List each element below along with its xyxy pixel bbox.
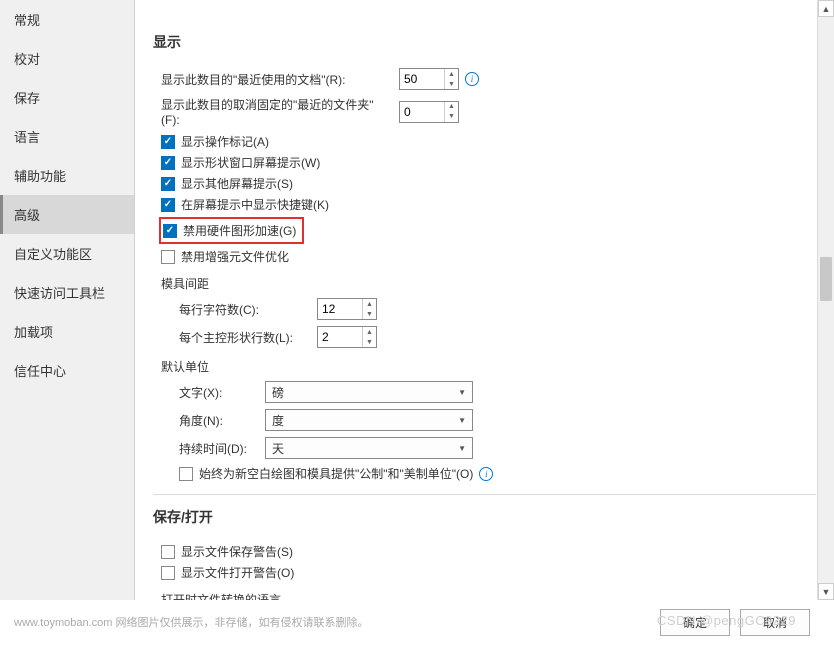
cancel-button[interactable]: 取消 xyxy=(740,609,810,636)
footnote: www.toymoban.com 网络图片仅供展示，非存储，如有侵权请联系删除。 xyxy=(14,614,368,630)
checkbox-label: 显示操作标记(A) xyxy=(181,133,269,150)
duration-unit-label: 持续时间(D): xyxy=(179,440,265,457)
section-display-title: 显示 xyxy=(153,32,816,52)
checkbox-icon xyxy=(161,135,175,149)
ok-button[interactable]: 确定 xyxy=(660,609,730,636)
duration-unit-select[interactable]: 天 ▼ xyxy=(265,437,473,459)
default-units-title: 默认单位 xyxy=(161,358,816,375)
recent-folders-label: 显示此数目的取消固定的"最近的文件夹"(F): xyxy=(161,96,391,127)
checkbox-label: 禁用增强元文件优化 xyxy=(181,248,289,265)
sidebar: 常规 校对 保存 语言 辅助功能 高级 自定义功能区 快速访问工具栏 加载项 信… xyxy=(0,0,135,600)
lines-per-master-spinner[interactable]: ▲▼ xyxy=(317,326,377,348)
lines-per-master-input[interactable] xyxy=(318,327,362,347)
sidebar-item-quick-access[interactable]: 快速访问工具栏 xyxy=(0,273,134,312)
sidebar-item-customize-ribbon[interactable]: 自定义功能区 xyxy=(0,234,134,273)
checkbox-metric-us[interactable]: 始终为新空白绘图和模具提供"公制"和"美制单位"(O) i xyxy=(179,465,816,482)
select-value: 天 xyxy=(272,440,284,457)
checkbox-label: 显示形状窗口屏幕提示(W) xyxy=(181,154,320,171)
select-value: 磅 xyxy=(272,384,284,401)
text-unit-select[interactable]: 磅 ▼ xyxy=(265,381,473,403)
checkbox-open-warning[interactable]: 显示文件打开警告(O) xyxy=(161,564,816,581)
checkbox-label: 始终为新空白绘图和模具提供"公制"和"美制单位"(O) xyxy=(199,465,473,482)
checkbox-label: 显示其他屏幕提示(S) xyxy=(181,175,293,192)
checkbox-show-smart-tags[interactable]: 显示操作标记(A) xyxy=(161,133,816,150)
chevron-down-icon: ▼ xyxy=(458,444,466,453)
recent-docs-spinner[interactable]: ▲▼ xyxy=(399,68,459,90)
checkbox-label: 在屏幕提示中显示快捷键(K) xyxy=(181,196,329,213)
vertical-scrollbar[interactable]: ▲ ▼ xyxy=(817,0,834,600)
checkbox-icon xyxy=(179,467,193,481)
checkbox-icon xyxy=(161,156,175,170)
checkbox-label: 禁用硬件图形加速(G) xyxy=(183,222,296,239)
conversion-language-label: 打开时文件转换的语言 xyxy=(161,591,816,600)
checkbox-disable-hw-accel[interactable]: 禁用硬件图形加速(G) xyxy=(163,222,296,239)
spinner-down-icon[interactable]: ▼ xyxy=(363,309,376,319)
angle-unit-label: 角度(N): xyxy=(179,412,265,429)
scrollbar-track[interactable] xyxy=(818,17,834,583)
checkbox-disable-emf[interactable]: 禁用增强元文件优化 xyxy=(161,248,816,265)
info-icon[interactable]: i xyxy=(479,467,493,481)
text-unit-label: 文字(X): xyxy=(179,384,265,401)
sidebar-item-save[interactable]: 保存 xyxy=(0,78,134,117)
chevron-down-icon: ▼ xyxy=(458,416,466,425)
lines-per-master-label: 每个主控形状行数(L): xyxy=(179,329,309,346)
sidebar-item-language[interactable]: 语言 xyxy=(0,117,134,156)
checkbox-other-tooltips[interactable]: 显示其他屏幕提示(S) xyxy=(161,175,816,192)
checkbox-icon xyxy=(161,566,175,580)
spinner-up-icon[interactable]: ▲ xyxy=(363,327,376,337)
chevron-down-icon: ▼ xyxy=(458,388,466,397)
stencil-spacing-title: 模具间距 xyxy=(161,275,816,292)
spinner-up-icon[interactable]: ▲ xyxy=(445,69,458,79)
chars-per-line-input[interactable] xyxy=(318,299,362,319)
chars-per-line-label: 每行字符数(C): xyxy=(179,301,309,318)
spinner-up-icon[interactable]: ▲ xyxy=(363,299,376,309)
recent-folders-spinner[interactable]: ▲▼ xyxy=(399,101,459,123)
chars-per-line-spinner[interactable]: ▲▼ xyxy=(317,298,377,320)
recent-docs-input[interactable] xyxy=(400,69,444,89)
spinner-down-icon[interactable]: ▼ xyxy=(445,112,458,122)
checkbox-icon xyxy=(163,224,177,238)
checkbox-shape-tooltips[interactable]: 显示形状窗口屏幕提示(W) xyxy=(161,154,816,171)
info-icon[interactable]: i xyxy=(465,72,479,86)
checkbox-icon xyxy=(161,545,175,559)
content-panel: 显示 显示此数目的"最近使用的文档"(R): ▲▼ i 显示此数目的取消固定的"… xyxy=(135,0,834,600)
sidebar-item-trust-center[interactable]: 信任中心 xyxy=(0,351,134,390)
checkbox-shortcut-keys[interactable]: 在屏幕提示中显示快捷键(K) xyxy=(161,196,816,213)
checkbox-icon xyxy=(161,250,175,264)
sidebar-item-accessibility[interactable]: 辅助功能 xyxy=(0,156,134,195)
checkbox-icon xyxy=(161,198,175,212)
spinner-down-icon[interactable]: ▼ xyxy=(445,79,458,89)
scroll-up-button[interactable]: ▲ xyxy=(818,0,834,17)
checkbox-label: 显示文件打开警告(O) xyxy=(181,564,294,581)
angle-unit-select[interactable]: 度 ▼ xyxy=(265,409,473,431)
select-value: 度 xyxy=(272,412,284,429)
sidebar-item-advanced[interactable]: 高级 xyxy=(0,195,134,234)
spinner-up-icon[interactable]: ▲ xyxy=(445,102,458,112)
checkbox-label: 显示文件保存警告(S) xyxy=(181,543,293,560)
sidebar-item-proofing[interactable]: 校对 xyxy=(0,39,134,78)
checkbox-save-warning[interactable]: 显示文件保存警告(S) xyxy=(161,543,816,560)
scroll-down-button[interactable]: ▼ xyxy=(818,583,834,600)
section-divider xyxy=(153,494,816,495)
scrollbar-thumb[interactable] xyxy=(820,257,832,301)
section-save-open-title: 保存/打开 xyxy=(153,507,816,527)
sidebar-item-addins[interactable]: 加载项 xyxy=(0,312,134,351)
recent-docs-label: 显示此数目的"最近使用的文档"(R): xyxy=(161,71,391,88)
dialog-buttons: 确定 取消 xyxy=(660,609,810,636)
sidebar-item-general[interactable]: 常规 xyxy=(0,0,134,39)
recent-folders-input[interactable] xyxy=(400,102,444,122)
highlight-disable-hw-accel: 禁用硬件图形加速(G) xyxy=(159,217,304,244)
checkbox-icon xyxy=(161,177,175,191)
spinner-down-icon[interactable]: ▼ xyxy=(363,337,376,347)
